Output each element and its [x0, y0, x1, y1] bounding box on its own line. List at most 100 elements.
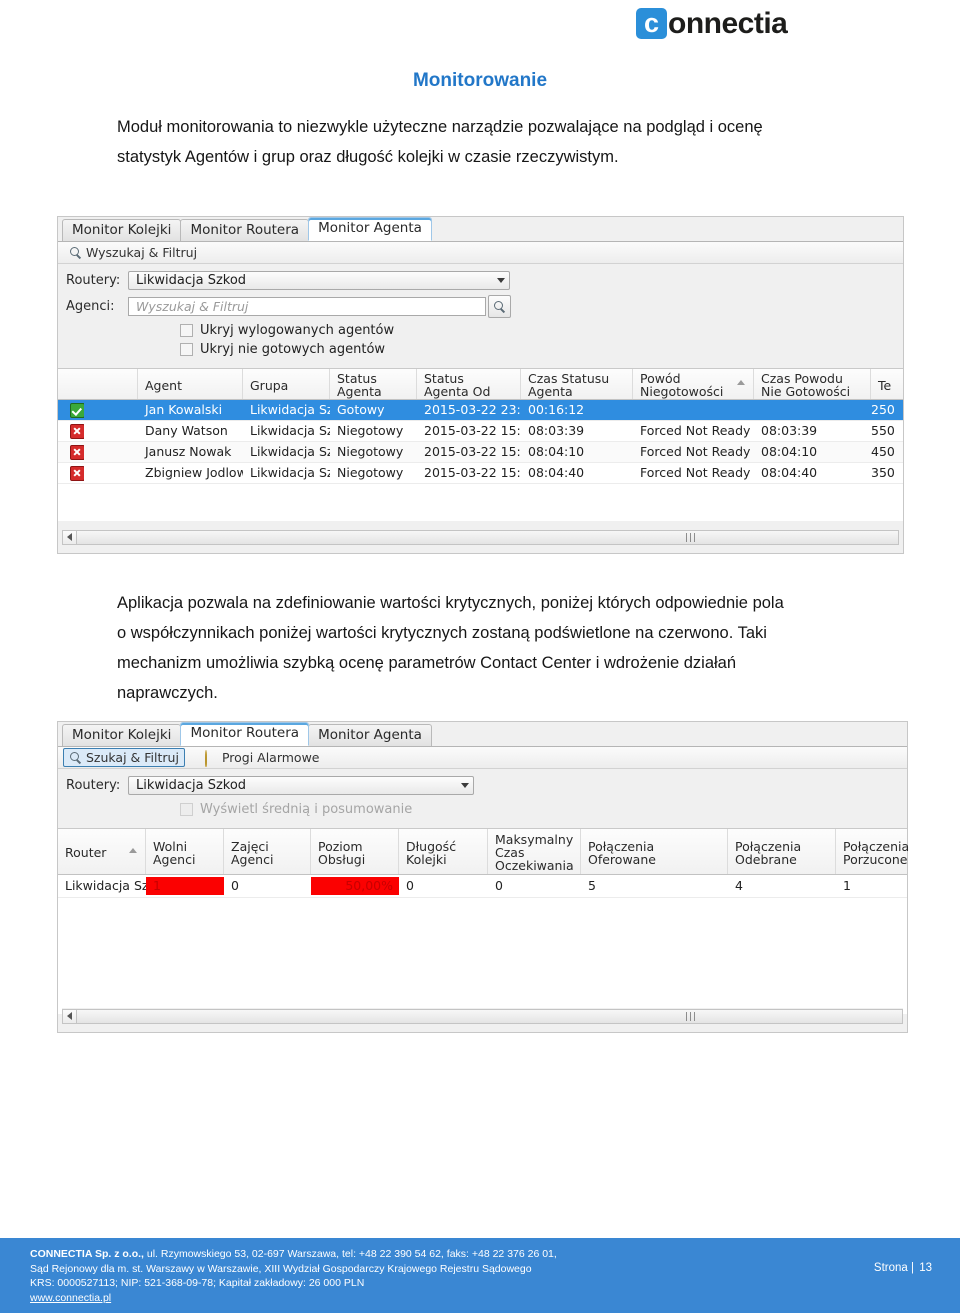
tab-monitor-routera[interactable]: Monitor Routera: [180, 722, 310, 746]
hide-logged-out-agents-label: Ukryj wylogowanych agentów: [200, 323, 395, 338]
table-row[interactable]: Jan Kowalski Likwidacja Szkod Gotowy 201…: [58, 400, 903, 421]
column-polaczenia-odebrane[interactable]: Połączenia Odebrane: [728, 829, 836, 874]
column-status-icon[interactable]: [58, 369, 84, 399]
agent-grid-horizontal-scrollbar[interactable]: |||: [62, 529, 899, 545]
cell-status-agenta-od: 2015-03-22 15:17: [424, 444, 521, 459]
agent-ready-icon: [70, 402, 84, 418]
search-filter-button[interactable]: Szukaj & Filtruj: [63, 748, 185, 767]
column-poziom-obslugi[interactable]: Poziom Obsługi: [311, 829, 399, 874]
tab-monitor-kolejki[interactable]: Monitor Kolejki: [62, 219, 182, 241]
tab-monitor-agenta[interactable]: Monitor Agenta: [308, 217, 432, 241]
cell-max-czas-oczekiwania: 0: [495, 878, 503, 893]
cell-powod: Forced Not Ready: [640, 423, 751, 438]
tab-monitor-agenta[interactable]: Monitor Agenta: [308, 724, 432, 746]
cell-czas-statusu: 00:16:12: [528, 402, 585, 417]
column-powod-niegotowosci-label: Powód Niegotowości: [640, 371, 724, 399]
hide-not-ready-agents-checkbox[interactable]: [180, 343, 193, 356]
table-row[interactable]: Zbigniew Jodlowski Likwidacja Szkod Nieg…: [58, 463, 903, 484]
alarm-thresholds-button[interactable]: Progi Alarmowe: [199, 748, 326, 767]
paragraph-line: statystyk Agentów i grup oraz długość ko…: [117, 148, 619, 166]
agent-monitor-screenshot: Monitor Kolejki Monitor Routera Monitor …: [57, 216, 904, 554]
agents-label: Agenci:: [66, 298, 115, 314]
footer-website-link[interactable]: www.connectia.pl: [30, 1292, 111, 1304]
column-zajeci-agenci-label: Zajęci Agenci: [231, 838, 274, 867]
router-monitor-tabbar: Monitor Kolejki Monitor Routera Monitor …: [58, 722, 907, 747]
scrollbar-grip[interactable]: |||: [685, 533, 697, 543]
agents-filter-row: Agenci: Wyszukaj & Filtruj: [58, 294, 903, 318]
chevron-down-icon: [461, 782, 469, 788]
column-grupa-label: Grupa: [250, 377, 289, 393]
row-status-cell: [58, 423, 84, 439]
router-grid-horizontal-scrollbar[interactable]: |||: [62, 1008, 903, 1024]
column-status-agenta-od[interactable]: Status Agenta Od: [417, 369, 521, 399]
search-filter-button[interactable]: Wyszukaj & Filtruj: [63, 243, 203, 262]
table-row[interactable]: Dany Watson Likwidacja Szkod Niegotowy 2…: [58, 421, 903, 442]
column-polaczenia-oferowane-label: Połączenia Oferowane: [588, 838, 656, 867]
column-agent[interactable]: Agent: [138, 369, 243, 399]
scroll-left-arrow-icon[interactable]: [62, 529, 76, 545]
scrollbar-track[interactable]: |||: [76, 529, 899, 545]
cell-wolni-agenci-wrapper: 1: [146, 877, 224, 895]
page-number-value: 13: [919, 1262, 932, 1274]
cell-agent: Dany Watson: [145, 423, 228, 438]
row-status-cell: [58, 465, 84, 481]
cell-status-agenta: Niegotowy: [337, 465, 404, 480]
cell-grupa: Likwidacja Szkod: [250, 423, 330, 438]
column-zajeci-agenci[interactable]: Zajęci Agenci: [224, 829, 311, 874]
scroll-left-arrow-icon[interactable]: [62, 1008, 76, 1024]
hide-logged-out-agents-row[interactable]: Ukryj wylogowanych agentów: [58, 321, 903, 340]
table-row[interactable]: Likwidacja Szkod 1 0 50,00% 0 0 5 4 1: [58, 875, 907, 898]
table-row[interactable]: Janusz Nowak Likwidacja Szkod Niegotowy …: [58, 442, 903, 463]
column-status-agenta[interactable]: Status Agenta: [330, 369, 417, 399]
agent-grid-header: Agent Grupa Status Agenta Status Agenta Od…: [58, 369, 903, 400]
routers-select-value: Likwidacja Szkod: [136, 272, 247, 288]
agents-search-button[interactable]: [488, 294, 511, 318]
column-polaczenia-porzucone[interactable]: Połączenia Porzucone: [836, 829, 909, 874]
column-te-truncated[interactable]: Te: [871, 369, 901, 399]
grid-empty-area: [58, 898, 907, 1014]
scrollbar-track[interactable]: |||: [76, 1008, 903, 1024]
tab-monitor-routera[interactable]: Monitor Routera: [180, 219, 310, 241]
cell-poziom-obslugi-wrapper: 50,00%: [311, 877, 399, 895]
cell-agent: Janusz Nowak: [145, 444, 232, 459]
routers-select[interactable]: Likwidacja Szkod: [128, 775, 474, 795]
grid-empty-area: [58, 484, 903, 521]
column-dlugosc-kolejki[interactable]: Długość Kolejki: [399, 829, 488, 874]
cell-czas-statusu: 08:04:40: [528, 465, 585, 480]
cell-te: 550: [871, 423, 895, 438]
column-wolni-agenci[interactable]: Wolni Agenci: [146, 829, 224, 874]
column-polaczenia-oferowane[interactable]: Połączenia Oferowane: [581, 829, 728, 874]
column-czas-powodu-nie-gotowosci[interactable]: Czas Powodu Nie Gotowości: [754, 369, 871, 399]
cell-wolni-agenci: 1: [146, 877, 224, 895]
routers-select[interactable]: Likwidacja Szkod: [128, 270, 510, 290]
cell-powod: Forced Not Ready: [640, 444, 751, 459]
agents-search-input[interactable]: Wyszukaj & Filtruj: [128, 296, 486, 316]
show-average-and-summary-checkbox[interactable]: [180, 803, 193, 816]
cell-grupa: Likwidacja Szkod: [250, 465, 330, 480]
scrollbar-grip[interactable]: |||: [685, 1012, 697, 1022]
row-status-cell: [58, 444, 84, 460]
column-spacer[interactable]: [84, 369, 138, 399]
intro-paragraph: Moduł monitorowania to niezwykle użytecz…: [117, 112, 843, 172]
tab-monitor-kolejki[interactable]: Monitor Kolejki: [62, 724, 182, 746]
column-status-agenta-od-label: Status Agenta Od: [424, 371, 491, 399]
sort-ascending-icon: [129, 848, 137, 853]
agent-monitor-grid: Agent Grupa Status Agenta Status Agenta Od…: [58, 368, 903, 521]
hide-not-ready-agents-label: Ukryj nie gotowych agentów: [200, 342, 386, 357]
chevron-down-icon: [497, 277, 505, 283]
column-router[interactable]: Router: [58, 829, 146, 874]
search-icon: [69, 751, 82, 764]
logo-mark: c: [636, 8, 667, 39]
search-icon: [69, 246, 82, 259]
hide-not-ready-agents-row[interactable]: Ukryj nie gotowych agentów: [58, 340, 903, 359]
show-average-and-summary-row[interactable]: Wyświetl średnią i posumowanie: [58, 800, 907, 819]
column-czas-statusu-agenta[interactable]: Czas Statusu Agenta: [521, 369, 633, 399]
column-dlugosc-kolejki-label: Długość Kolejki: [406, 838, 457, 867]
column-maksymalny-czas-oczekiwania[interactable]: Maksymalny Czas Oczekiwania: [488, 829, 581, 874]
footer-company-name: CONNECTIA Sp. z o.o.,: [30, 1248, 144, 1260]
cell-czas-powodu: 08:04:10: [761, 444, 818, 459]
search-icon: [493, 300, 506, 313]
column-grupa[interactable]: Grupa: [243, 369, 330, 399]
hide-logged-out-agents-checkbox[interactable]: [180, 324, 193, 337]
column-powod-niegotowosci[interactable]: Powód Niegotowości: [633, 369, 754, 399]
